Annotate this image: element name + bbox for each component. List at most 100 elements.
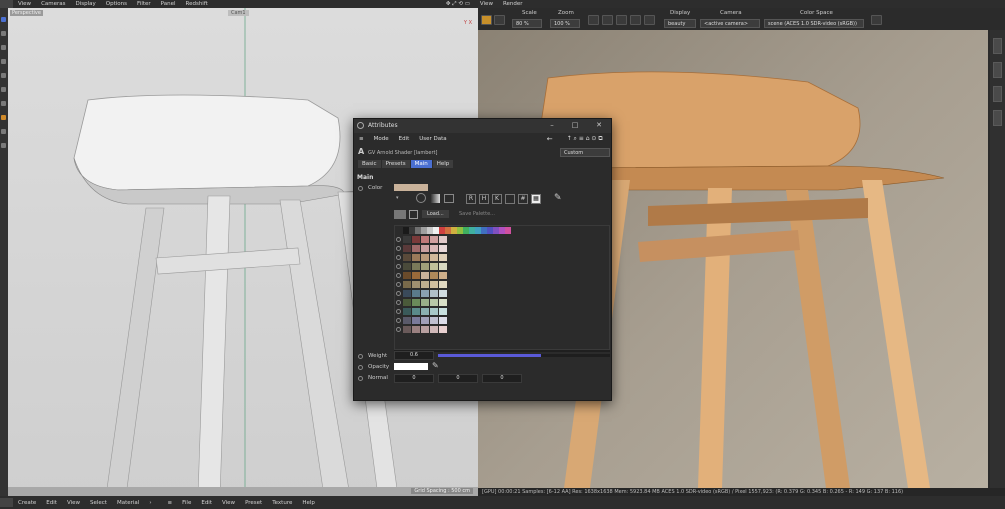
normal-x-field[interactable]: 0 [394,374,434,383]
bottom-menu-file[interactable]: File [177,500,196,506]
palette-swatch[interactable] [430,254,438,261]
display-select[interactable]: beauty [664,19,696,28]
palette-swatch[interactable] [439,308,447,315]
attr-menu-edit[interactable]: Edit [394,136,415,142]
keyframe-icon[interactable] [358,186,363,191]
palette-swatch[interactable] [505,227,511,234]
palette-swatch[interactable] [403,272,411,279]
bottom-menu-texture[interactable]: Texture [267,500,297,506]
zoom-field[interactable]: 100 % [550,19,580,28]
filter-tab[interactable] [993,110,1002,126]
dialog-titlebar[interactable]: Attributes – □ ✕ [354,119,611,133]
scale-tool-icon[interactable] [1,45,6,50]
settings-icon[interactable] [644,15,655,25]
hsv-mode-button[interactable]: H [479,194,489,204]
palette-swatch[interactable] [439,236,447,243]
palette-swatch[interactable] [403,254,411,261]
bottom-menu-edit2[interactable]: Edit [196,500,217,506]
palette-swatch[interactable] [430,308,438,315]
rgb-mode-button[interactable]: R [466,194,476,204]
back-arrow-icon[interactable]: ← [542,135,558,143]
info-tab[interactable] [993,86,1002,102]
trash-icon[interactable] [409,210,418,219]
palette-swatch[interactable] [421,326,429,333]
palette-swatch[interactable] [421,308,429,315]
camera-select[interactable]: <active camera> [700,19,760,28]
collapse-arrow-icon[interactable]: ▾ [396,195,399,201]
render-menu-render[interactable]: Render [498,1,528,7]
tab-main[interactable]: Main [410,160,432,168]
point-tool-icon[interactable] [1,101,6,106]
palette-row-toggle[interactable] [396,246,401,251]
polygon-tool-icon[interactable] [1,73,6,78]
folder-icon[interactable] [394,210,406,219]
normal-z-field[interactable]: 0 [482,374,522,383]
palette-swatch[interactable] [439,281,447,288]
palette-row-toggle[interactable] [396,255,401,260]
palette-swatch[interactable] [439,272,447,279]
palette-swatch[interactable] [403,290,411,297]
palette-swatch[interactable] [421,263,429,270]
palette-swatch[interactable] [412,308,420,315]
menu-cameras[interactable]: Cameras [36,1,70,7]
menu-filter[interactable]: Filter [132,1,156,7]
edge-tool-icon[interactable] [1,87,6,92]
palette-row-toggle[interactable] [396,237,401,242]
palette-swatch[interactable] [430,281,438,288]
palette-swatch[interactable] [430,326,438,333]
keyframe-icon[interactable] [358,354,363,359]
palette-swatch[interactable] [430,317,438,324]
snapshot-icon[interactable] [616,15,627,25]
color-swatch[interactable] [394,184,428,191]
keyframe-icon[interactable] [358,365,363,370]
mixer-mode-button[interactable] [505,194,515,204]
palette-row-toggle[interactable] [396,300,401,305]
palette-swatch[interactable] [439,317,447,324]
palette-swatch[interactable] [430,245,438,252]
palette-swatch[interactable] [421,272,429,279]
nav-icons[interactable]: ↑ ⌕ ≡ ⌂ ⊙ ⧉ [562,135,608,143]
bottom-menu-view2[interactable]: View [217,500,240,506]
eyedropper-icon[interactable]: ✎ [432,361,439,370]
palette-row-toggle[interactable] [396,273,401,278]
menu-icon[interactable] [0,0,13,8]
scale-field[interactable]: 80 % [512,19,542,28]
hex-mode-button[interactable]: # [518,194,528,204]
select-tool-icon[interactable] [1,59,6,64]
menu-options[interactable]: Options [101,1,132,7]
bottom-menu-help[interactable]: Help [297,500,320,506]
bottom-menu-view[interactable]: View [62,500,85,506]
bottom-menu-material[interactable]: Material [112,500,144,506]
attr-menu-mode[interactable]: Mode [369,136,394,142]
bottom-menu-preset[interactable]: Preset [240,500,267,506]
maximize-icon[interactable]: □ [570,121,580,130]
palette-swatch[interactable] [403,308,411,315]
load-palette-button[interactable]: Load... [422,210,449,218]
palette-swatch[interactable] [439,245,447,252]
camera-snapshot-icon[interactable] [871,15,882,25]
move-tool-icon[interactable] [1,17,6,22]
viewport-camera-label[interactable]: Cam1 [228,10,249,16]
bottom-menu-edit[interactable]: Edit [41,500,62,506]
palette-swatch[interactable] [412,326,420,333]
bottom-menu-create[interactable]: Create [13,500,41,506]
palette-swatch[interactable] [412,317,420,324]
viewport-nav-icons[interactable]: ✥ ⤢ ⟲ ▭ [441,1,475,8]
palette-swatch[interactable] [412,236,420,243]
menu-view[interactable]: View [13,1,36,7]
palette-swatch[interactable] [421,281,429,288]
color-wheel-icon[interactable] [416,193,426,203]
palette-swatch[interactable] [421,254,429,261]
palette-row-toggle[interactable] [396,327,401,332]
palette-row-toggle[interactable] [396,309,401,314]
palette-swatch[interactable] [439,254,447,261]
palette-swatch[interactable] [430,299,438,306]
palette-swatch[interactable] [439,299,447,306]
menu-display[interactable]: Display [71,1,101,7]
menu-icon[interactable]: ≡ [163,500,178,506]
region-icon[interactable] [588,15,599,25]
menu-icon[interactable] [0,498,13,507]
kelvin-mode-button[interactable]: K [492,194,502,204]
palette-swatch[interactable] [403,236,411,243]
palette-swatch[interactable] [421,245,429,252]
